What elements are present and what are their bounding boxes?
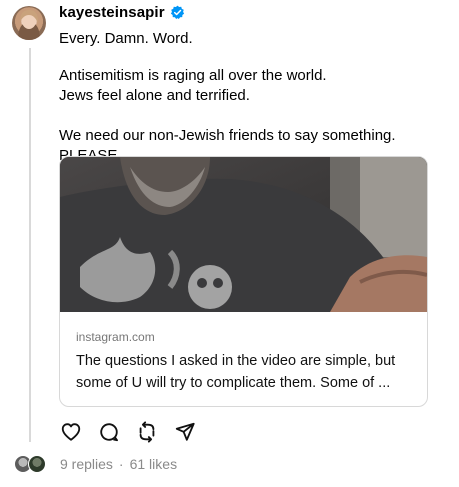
post-line: Antisemitism is raging all over the worl…	[59, 67, 327, 84]
post-header: kayesteinsapir	[59, 4, 185, 21]
heart-icon[interactable]	[59, 420, 83, 444]
post-line: Jews feel alone and terrified.	[59, 87, 250, 104]
link-preview-card[interactable]: instagram.com The questions I asked in t…	[59, 156, 428, 407]
post-line: Every. Damn. Word.	[59, 30, 193, 47]
repost-icon[interactable]	[135, 420, 159, 444]
author-avatar[interactable]	[12, 6, 46, 40]
comment-icon[interactable]	[97, 420, 121, 444]
reply-avatars	[14, 455, 50, 473]
link-description: The questions I asked in the video are s…	[76, 353, 396, 391]
verified-badge-icon	[170, 5, 185, 20]
link-domain: instagram.com	[76, 330, 155, 344]
post-footer: 9 replies · 61 likes	[14, 455, 177, 473]
link-preview-image	[60, 157, 427, 312]
replies-count[interactable]: 9 replies	[60, 456, 113, 472]
post-body: Every. Damn. Word. Antisemitism is ragin…	[59, 29, 449, 166]
separator: ·	[118, 456, 124, 472]
post-actions	[59, 420, 197, 444]
likes-count[interactable]: 61 likes	[130, 456, 177, 472]
reply-avatar	[28, 455, 46, 473]
username[interactable]: kayesteinsapir	[59, 4, 165, 21]
thread-line	[29, 48, 31, 442]
share-icon[interactable]	[173, 420, 197, 444]
